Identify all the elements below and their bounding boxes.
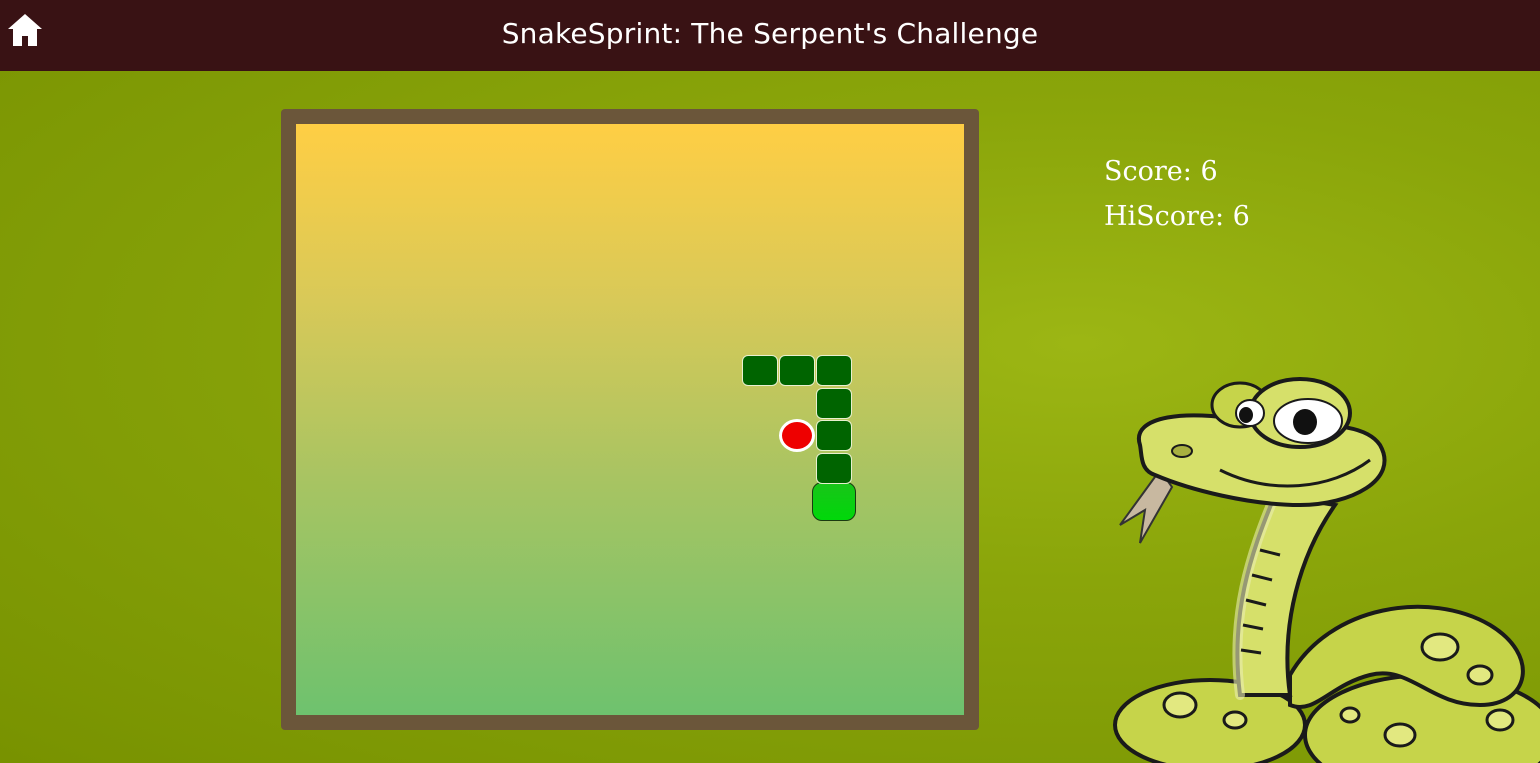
- score-label: Score: 6: [1104, 156, 1218, 187]
- snake-segment: [779, 354, 815, 386]
- snake-segment: [816, 354, 853, 386]
- home-button[interactable]: [6, 12, 44, 48]
- snake-mascot-icon: [1113, 377, 1540, 763]
- snake-head: [812, 482, 857, 522]
- hiscore-label: HiScore: 6: [1104, 201, 1250, 232]
- snake-segment: [816, 387, 853, 419]
- home-icon: [8, 14, 42, 46]
- food-apple: [779, 419, 815, 453]
- snake-segment: [816, 453, 853, 485]
- page-title: SnakeSprint: The Serpent's Challenge: [501, 17, 1039, 50]
- snake-segment: [741, 354, 778, 386]
- game-board[interactable]: [296, 124, 964, 715]
- top-bar: SnakeSprint: The Serpent's Challenge: [0, 0, 1540, 71]
- snake-segment: [816, 420, 853, 452]
